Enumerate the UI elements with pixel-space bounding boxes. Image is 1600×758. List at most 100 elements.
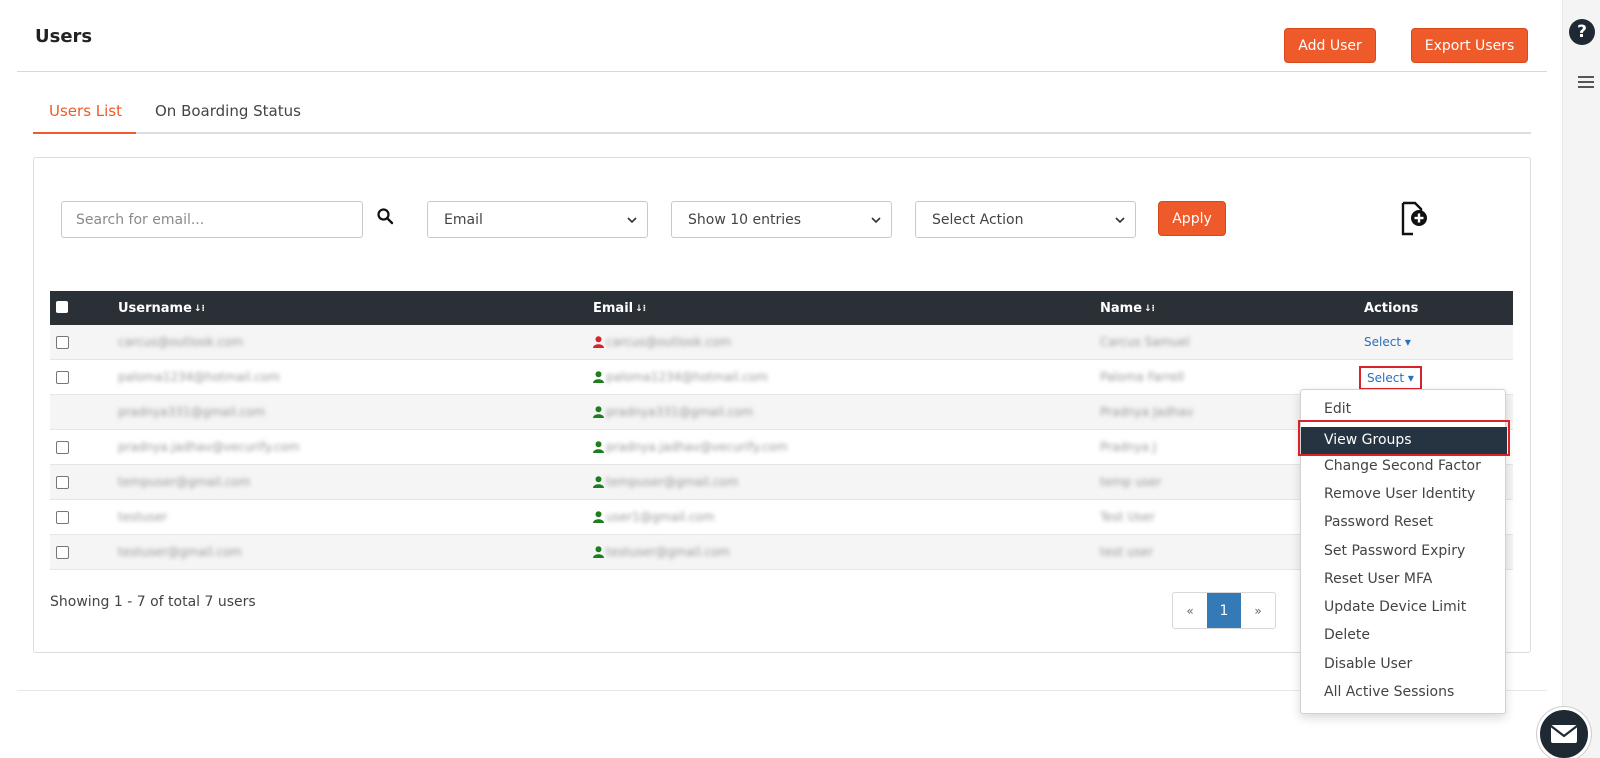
username-cell: pradnya331@gmail.com xyxy=(118,405,266,419)
username-cell: carcus@outlook.com xyxy=(118,335,244,349)
menu-item-set-password-expiry[interactable]: Set Password Expiry xyxy=(1324,543,1465,559)
sort-icon[interactable]: ↓⁝ xyxy=(194,304,205,314)
export-users-button[interactable]: Export Users xyxy=(1411,28,1528,63)
right-rail xyxy=(1562,0,1600,758)
table-row: pradnya.jadhav@vecurify.com pradnya.jadh… xyxy=(50,430,1513,465)
hamburger-menu-icon[interactable] xyxy=(1578,76,1594,88)
menu-item-remove-user-identity[interactable]: Remove User Identity xyxy=(1324,486,1475,502)
table-row: pradnya331@gmail.com pradnya331@gmail.co… xyxy=(50,395,1513,430)
filter-field-select[interactable]: Email xyxy=(427,201,648,238)
entries-per-page-select[interactable]: Show 10 entries xyxy=(671,201,892,238)
menu-item-reset-user-mfa[interactable]: Reset User MFA xyxy=(1324,571,1432,587)
menu-item-password-reset[interactable]: Password Reset xyxy=(1324,514,1433,530)
caret-down-icon: ▾ xyxy=(1404,335,1411,349)
mail-button[interactable] xyxy=(1537,707,1591,758)
menu-item-change-second-factor[interactable]: Change Second Factor xyxy=(1324,458,1481,474)
row-actions-select-open[interactable]: Select ▾ xyxy=(1359,366,1422,390)
add-user-button[interactable]: Add User xyxy=(1284,28,1376,63)
row-checkbox[interactable] xyxy=(56,441,69,454)
tab-onboarding-status[interactable]: On Boarding Status xyxy=(155,102,301,120)
table-row: testuser user1@gmail.com Test User xyxy=(50,500,1513,535)
users-table: Username ↓⁝ Email ↓⁝ Name ↓⁝ Actions carcus… xyxy=(50,291,1513,570)
row-checkbox[interactable] xyxy=(56,511,69,524)
table-header: Username ↓⁝ Email ↓⁝ Name ↓⁝ Actions xyxy=(50,291,1513,325)
apply-button[interactable]: Apply xyxy=(1158,201,1226,236)
user-status-icon xyxy=(593,336,604,348)
column-actions: Actions xyxy=(1364,301,1419,316)
chevron-down-icon xyxy=(1115,217,1125,224)
pager-next-button[interactable]: » xyxy=(1241,593,1275,628)
name-cell: Pradnya J xyxy=(1100,440,1157,454)
user-status-icon xyxy=(593,406,604,418)
sort-icon[interactable]: ↓⁝ xyxy=(1144,304,1155,314)
name-cell: test user xyxy=(1100,545,1154,559)
chevron-down-icon xyxy=(871,217,881,224)
menu-item-update-device-limit[interactable]: Update Device Limit xyxy=(1324,599,1466,615)
page-title: Users xyxy=(35,26,93,47)
pager-page-button[interactable]: 1 xyxy=(1207,593,1241,628)
row-checkbox[interactable] xyxy=(56,371,69,384)
row-actions-label: Select xyxy=(1364,335,1402,349)
row-checkbox[interactable] xyxy=(56,546,69,559)
menu-item-edit[interactable]: Edit xyxy=(1324,401,1351,417)
column-username[interactable]: Username ↓⁝ xyxy=(118,301,205,316)
email-cell: user1@gmail.com xyxy=(606,510,715,524)
row-checkbox[interactable] xyxy=(56,476,69,489)
name-cell: temp user xyxy=(1100,475,1162,489)
name-cell: Carcus Samuel xyxy=(1100,335,1190,349)
tab-bar: Users List On Boarding Status xyxy=(33,96,1531,134)
user-status-icon xyxy=(593,476,604,488)
name-cell: Pradnya Jadhav xyxy=(1100,405,1194,419)
name-cell: Paloma Farrell xyxy=(1100,370,1185,384)
bulk-action-value: Select Action xyxy=(932,211,1024,228)
help-icon[interactable]: ? xyxy=(1569,19,1595,45)
email-cell: paloma1234@hotmail.com xyxy=(606,370,769,384)
sort-icon[interactable]: ↓⁝ xyxy=(635,304,646,314)
column-name[interactable]: Name ↓⁝ xyxy=(1100,301,1155,316)
filter-field-value: Email xyxy=(444,211,483,228)
table-row: tempuser@gmail.com tempuser@gmail.com te… xyxy=(50,465,1513,500)
pagination-summary: Showing 1 - 7 of total 7 users xyxy=(50,594,256,610)
add-document-icon[interactable] xyxy=(1399,201,1433,237)
username-cell: testuser@gmail.com xyxy=(118,545,242,559)
column-email-label: Email xyxy=(593,301,634,316)
column-email[interactable]: Email ↓⁝ xyxy=(593,301,646,316)
active-tab-indicator xyxy=(33,132,136,134)
user-status-icon xyxy=(593,441,604,453)
column-username-label: Username xyxy=(118,301,192,316)
column-name-label: Name xyxy=(1100,301,1143,316)
menu-item-disable-user[interactable]: Disable User xyxy=(1324,656,1412,672)
menu-item-highlight-box xyxy=(1298,420,1510,456)
header-divider xyxy=(17,71,1547,72)
email-cell: pradnya331@gmail.com xyxy=(606,405,754,419)
email-cell: carcus@outlook.com xyxy=(606,335,732,349)
tab-users-list[interactable]: Users List xyxy=(49,102,122,120)
select-all-checkbox[interactable] xyxy=(56,301,68,313)
search-input[interactable] xyxy=(61,201,363,238)
email-cell: tempuser@gmail.com xyxy=(606,475,739,489)
row-actions-select[interactable]: Select ▾ xyxy=(1364,335,1411,349)
username-cell: testuser xyxy=(118,510,168,524)
table-row: paloma1234@hotmail.com paloma1234@hotmai… xyxy=(50,360,1513,395)
email-cell: pradnya.jadhav@vecurify.com xyxy=(606,440,788,454)
bulk-action-select[interactable]: Select Action xyxy=(915,201,1136,238)
row-checkbox[interactable] xyxy=(56,336,69,349)
search-icon[interactable] xyxy=(376,207,394,225)
table-row: testuser@gmail.com testuser@gmail.com te… xyxy=(50,535,1513,570)
app-root: { "header": { "title": "Users", "add_use… xyxy=(0,0,1600,758)
menu-item-delete[interactable]: Delete xyxy=(1324,627,1370,643)
entries-per-page-value: Show 10 entries xyxy=(688,211,802,228)
mail-icon xyxy=(1550,725,1578,743)
user-status-icon xyxy=(593,371,604,383)
pager-prev-button[interactable]: « xyxy=(1173,593,1207,628)
email-cell: testuser@gmail.com xyxy=(606,545,730,559)
name-cell: Test User xyxy=(1100,510,1155,524)
table-row: carcus@outlook.com carcus@outlook.com Ca… xyxy=(50,325,1513,360)
user-status-icon xyxy=(593,511,604,523)
row-actions-label: Select xyxy=(1367,371,1405,385)
username-cell: paloma1234@hotmail.com xyxy=(118,370,281,384)
caret-down-icon: ▾ xyxy=(1407,371,1414,385)
user-status-icon xyxy=(593,546,604,558)
username-cell: pradnya.jadhav@vecurify.com xyxy=(118,440,300,454)
menu-item-all-active-sessions[interactable]: All Active Sessions xyxy=(1324,684,1454,700)
